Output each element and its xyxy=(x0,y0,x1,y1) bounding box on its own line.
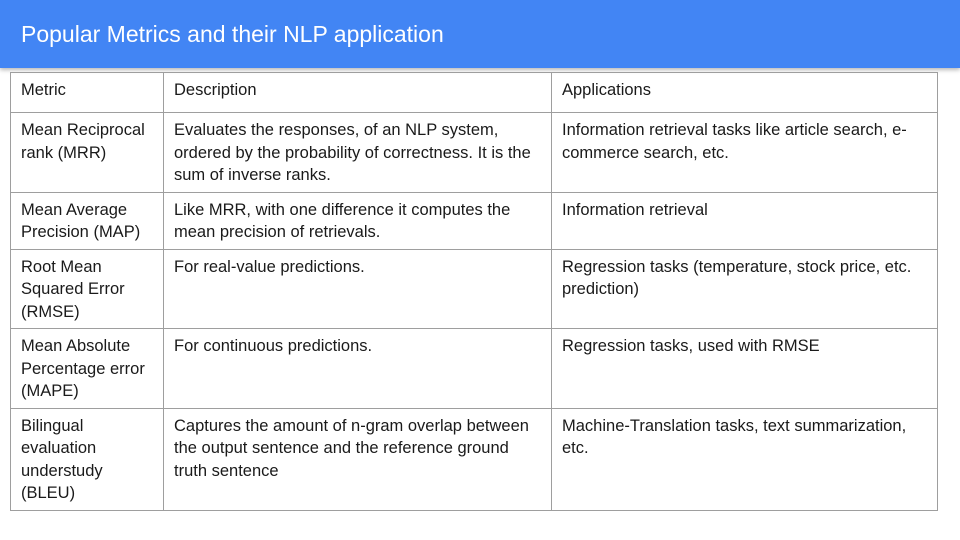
header-cell-applications: Applications xyxy=(551,72,938,113)
description-cell: For continuous predictions. xyxy=(163,328,552,409)
metric-cell: Root Mean Squared Error (RMSE) xyxy=(10,248,164,329)
metrics-table: Metric Description Applications Mean Rec… xyxy=(10,72,938,511)
slide: Popular Metrics and their NLP applicatio… xyxy=(0,0,960,540)
applications-cell: Information retrieval tasks like article… xyxy=(551,112,938,193)
header-cell-metric: Metric xyxy=(10,72,164,113)
table-row: Mean Absolute Percentage error (MAPE) Fo… xyxy=(10,328,938,409)
applications-cell: Regression tasks (temperature, stock pri… xyxy=(551,248,938,329)
table-row: Root Mean Squared Error (RMSE) For real-… xyxy=(10,248,938,329)
description-cell: For real-value predictions. xyxy=(163,248,552,329)
description-cell: Captures the amount of n-gram overlap be… xyxy=(163,407,552,511)
header-cell-description: Description xyxy=(163,72,552,113)
metric-cell: Mean Average Precision (MAP) xyxy=(10,191,164,250)
applications-cell: Information retrieval xyxy=(551,191,938,250)
applications-cell: Regression tasks, used with RMSE xyxy=(551,328,938,409)
applications-cell: Machine-Translation tasks, text summariz… xyxy=(551,407,938,511)
slide-title: Popular Metrics and their NLP applicatio… xyxy=(21,21,444,47)
title-bar: Popular Metrics and their NLP applicatio… xyxy=(0,0,960,68)
table-header-row: Metric Description Applications xyxy=(10,72,938,113)
metric-cell: Bilingual evaluation understudy (BLEU) xyxy=(10,407,164,511)
table-row: Mean Average Precision (MAP) Like MRR, w… xyxy=(10,191,938,250)
description-cell: Like MRR, with one difference it compute… xyxy=(163,191,552,250)
table-row: Bilingual evaluation understudy (BLEU) C… xyxy=(10,407,938,511)
metric-cell: Mean Reciprocal rank (MRR) xyxy=(10,112,164,193)
metric-cell: Mean Absolute Percentage error (MAPE) xyxy=(10,328,164,409)
table-row: Mean Reciprocal rank (MRR) Evaluates the… xyxy=(10,112,938,193)
description-cell: Evaluates the responses, of an NLP syste… xyxy=(163,112,552,193)
